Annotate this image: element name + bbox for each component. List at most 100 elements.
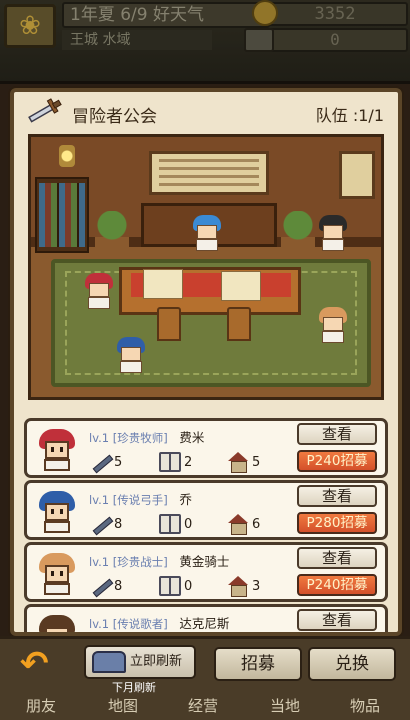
- book-icon: [159, 514, 181, 534]
- refresh-next-month: 下月刷新: [112, 681, 156, 694]
- refresh-icon: [92, 651, 126, 673]
- house-value: 5: [252, 454, 261, 470]
- adventurer-info: lv.1 [珍贵牧师] 费米: [89, 427, 204, 446]
- back-arrow-icon[interactable]: ↶: [20, 647, 56, 683]
- resource-icon: [244, 28, 274, 52]
- book-icon: [159, 576, 181, 596]
- house-value: 3: [252, 578, 261, 594]
- location-label: 王城 水域: [62, 30, 212, 50]
- status-bar: ❀ 1年夏 6/9 好天气 3352 王城 水域 0: [0, 0, 410, 84]
- adventurer-info: lv.1 [传说弓手] 乔: [89, 489, 192, 508]
- adventurer-name: 费米: [179, 430, 205, 445]
- coin-icon: [252, 0, 278, 26]
- adventurer-class: [传说弓手]: [112, 493, 168, 507]
- attack-value: 5: [114, 454, 123, 470]
- adventurer-list[interactable]: lv.1 [珍贵牧师] 费米 5 2 5 查看 P240招募 lv.1 [传说弓…: [24, 418, 388, 632]
- gold-counter: 3352: [262, 2, 408, 26]
- adventurer-portrait: [35, 551, 79, 595]
- nav-business[interactable]: 经营: [188, 695, 218, 716]
- book-icon: [159, 452, 181, 472]
- npc-adventurer: [317, 307, 349, 343]
- wall-lamp: [59, 145, 75, 167]
- book-value: 2: [184, 454, 193, 470]
- house-icon: [227, 452, 249, 473]
- chair: [227, 307, 251, 341]
- view-button[interactable]: 查看: [297, 547, 377, 569]
- books: [39, 183, 85, 247]
- adventurer-name: 乔: [179, 492, 192, 507]
- table-paper: [221, 271, 261, 301]
- panel-title: 冒险者公会: [72, 107, 157, 127]
- banner-text-lines: [159, 159, 259, 187]
- adventurer-name: 黄金骑士: [179, 554, 230, 569]
- nav-friends[interactable]: 朋友: [26, 695, 56, 716]
- view-button[interactable]: 查看: [297, 423, 377, 445]
- house-stat: 3: [227, 575, 260, 597]
- npc-maid: [317, 215, 349, 251]
- book-stat: 2: [159, 451, 192, 473]
- attack-stat: 5: [89, 451, 122, 473]
- adventurer-info: lv.1 [珍贵战士] 黄金骑士: [89, 551, 229, 570]
- resource-counter: 0: [262, 28, 408, 52]
- date-weather: 1年夏 6/9 好天气: [62, 2, 270, 28]
- house-stat: 6: [227, 513, 260, 535]
- potted-plant: [281, 211, 315, 251]
- adventurer-level: lv.1: [89, 555, 110, 569]
- sword-icon: [89, 452, 111, 472]
- adventurer-level: lv.1: [89, 617, 110, 631]
- exchange-button[interactable]: 兑换: [308, 647, 396, 681]
- adventurer-class: [珍贵战士]: [112, 555, 168, 569]
- attack-value: 8: [114, 516, 123, 532]
- sword-icon: [89, 576, 111, 596]
- book-stat: 0: [159, 513, 192, 535]
- nav-local[interactable]: 当地: [270, 695, 300, 716]
- adventurer-portrait: [35, 613, 79, 632]
- team-count: 队伍 :1/1: [315, 106, 384, 125]
- adventurer-portrait: [35, 427, 79, 471]
- nav-map[interactable]: 地图: [108, 695, 138, 716]
- recruit-button[interactable]: P280招募: [297, 512, 377, 534]
- adventurer-card[interactable]: lv.1 [传说弓手] 乔 8 0 6 查看 P280招募: [24, 480, 388, 540]
- view-button[interactable]: 查看: [297, 609, 377, 631]
- adventurer-info: lv.1 [传说歌者] 达克尼斯: [89, 613, 229, 632]
- refresh-label: 立即刷新: [130, 654, 183, 669]
- npc-adventurer: [115, 337, 147, 373]
- npc-receptionist: [191, 215, 223, 251]
- bottom-bar: ↶ 立即刷新 下月刷新 招募 兑换 朋友 地图 经营 当地 物品: [0, 636, 410, 720]
- book-value: 0: [184, 516, 193, 532]
- house-value: 6: [252, 516, 261, 532]
- adventurer-portrait: [35, 489, 79, 533]
- adventurer-level: lv.1: [89, 431, 110, 445]
- adventurer-name: 达克尼斯: [179, 616, 230, 631]
- refresh-now-button[interactable]: 立即刷新: [84, 645, 196, 679]
- panel-header: 冒险者公会 队伍 :1/1: [14, 92, 398, 132]
- house-icon: [227, 576, 249, 597]
- house-stat: 5: [227, 451, 260, 473]
- guild-panel: 冒险者公会 队伍 :1/1 lv.1 [珍贵牧师] 费米 5 2 5 查看 P2…: [10, 88, 402, 636]
- guild-hall-scene: [28, 134, 384, 400]
- recruit-button[interactable]: P240招募: [297, 450, 377, 472]
- adventurer-card[interactable]: lv.1 [珍贵牧师] 费米 5 2 5 查看 P240招募: [24, 418, 388, 478]
- book-stat: 0: [159, 575, 192, 597]
- adventurer-card[interactable]: lv.1 [珍贵战士] 黄金骑士 8 0 3 查看 P240招募: [24, 542, 388, 602]
- book-value: 0: [184, 578, 193, 594]
- chair: [157, 307, 181, 341]
- attack-value: 8: [114, 578, 123, 594]
- npc-adventurer: [83, 273, 115, 309]
- recruit-tab-button[interactable]: 招募: [214, 647, 302, 681]
- sword-icon: [28, 98, 62, 123]
- sword-icon: [89, 514, 111, 534]
- adventurer-level: lv.1: [89, 493, 110, 507]
- view-button[interactable]: 查看: [297, 485, 377, 507]
- recruit-button[interactable]: P240招募: [297, 574, 377, 596]
- potted-plant: [95, 211, 129, 251]
- nav-items[interactable]: 物品: [350, 695, 380, 716]
- attack-stat: 8: [89, 575, 122, 597]
- wall-poster: [339, 151, 375, 199]
- adventurer-class: [珍贵牧师]: [112, 431, 168, 445]
- adventurer-class: [传说歌者]: [112, 617, 168, 631]
- table-paper: [143, 269, 183, 299]
- adventurer-card[interactable]: lv.1 [传说歌者] 达克尼斯 查看: [24, 604, 388, 632]
- house-icon: [227, 514, 249, 535]
- season-icon: ❀: [4, 4, 56, 48]
